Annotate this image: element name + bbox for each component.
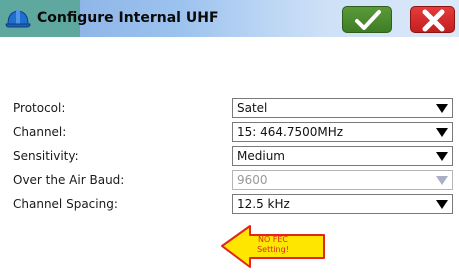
sensitivity-select[interactable]: Medium (232, 146, 453, 166)
channel-select[interactable]: 15: 464.7500MHz (232, 122, 453, 142)
close-x-icon (422, 9, 445, 32)
channel-spacing-label: Channel Spacing: (13, 197, 118, 211)
protocol-select[interactable]: Satel (232, 98, 453, 118)
dropdown-arrow-icon[interactable] (435, 103, 449, 114)
dropdown-arrow-icon[interactable] (435, 127, 449, 138)
protocol-label: Protocol: (13, 101, 66, 115)
annotation-note: NO FEC Setting! (250, 235, 296, 255)
channel-label: Channel: (13, 125, 67, 139)
air-baud-value: 9600 (237, 173, 268, 187)
title-bar: Configure Internal UHF (0, 0, 459, 37)
protocol-value: Satel (237, 101, 268, 115)
channel-value: 15: 464.7500MHz (237, 125, 344, 139)
dropdown-arrow-icon[interactable] (435, 199, 449, 210)
annotation-line-2: Setting! (257, 245, 289, 254)
window-title: Configure Internal UHF (37, 10, 219, 26)
channel-spacing-value: 12.5 kHz (237, 197, 290, 211)
annotation-line-1: NO FEC (257, 235, 289, 244)
cancel-button[interactable] (410, 6, 455, 33)
dropdown-arrow-icon[interactable] (435, 151, 449, 162)
air-baud-select: 9600 (232, 170, 453, 190)
hard-hat-icon (5, 10, 31, 28)
sensitivity-label: Sensitivity: (13, 149, 79, 163)
ok-button[interactable] (342, 6, 392, 33)
checkmark-icon (355, 10, 381, 30)
dropdown-arrow-icon (436, 176, 448, 185)
air-baud-label: Over the Air Baud: (13, 173, 125, 187)
sensitivity-value: Medium (237, 149, 285, 163)
channel-spacing-select[interactable]: 12.5 kHz (232, 194, 453, 214)
